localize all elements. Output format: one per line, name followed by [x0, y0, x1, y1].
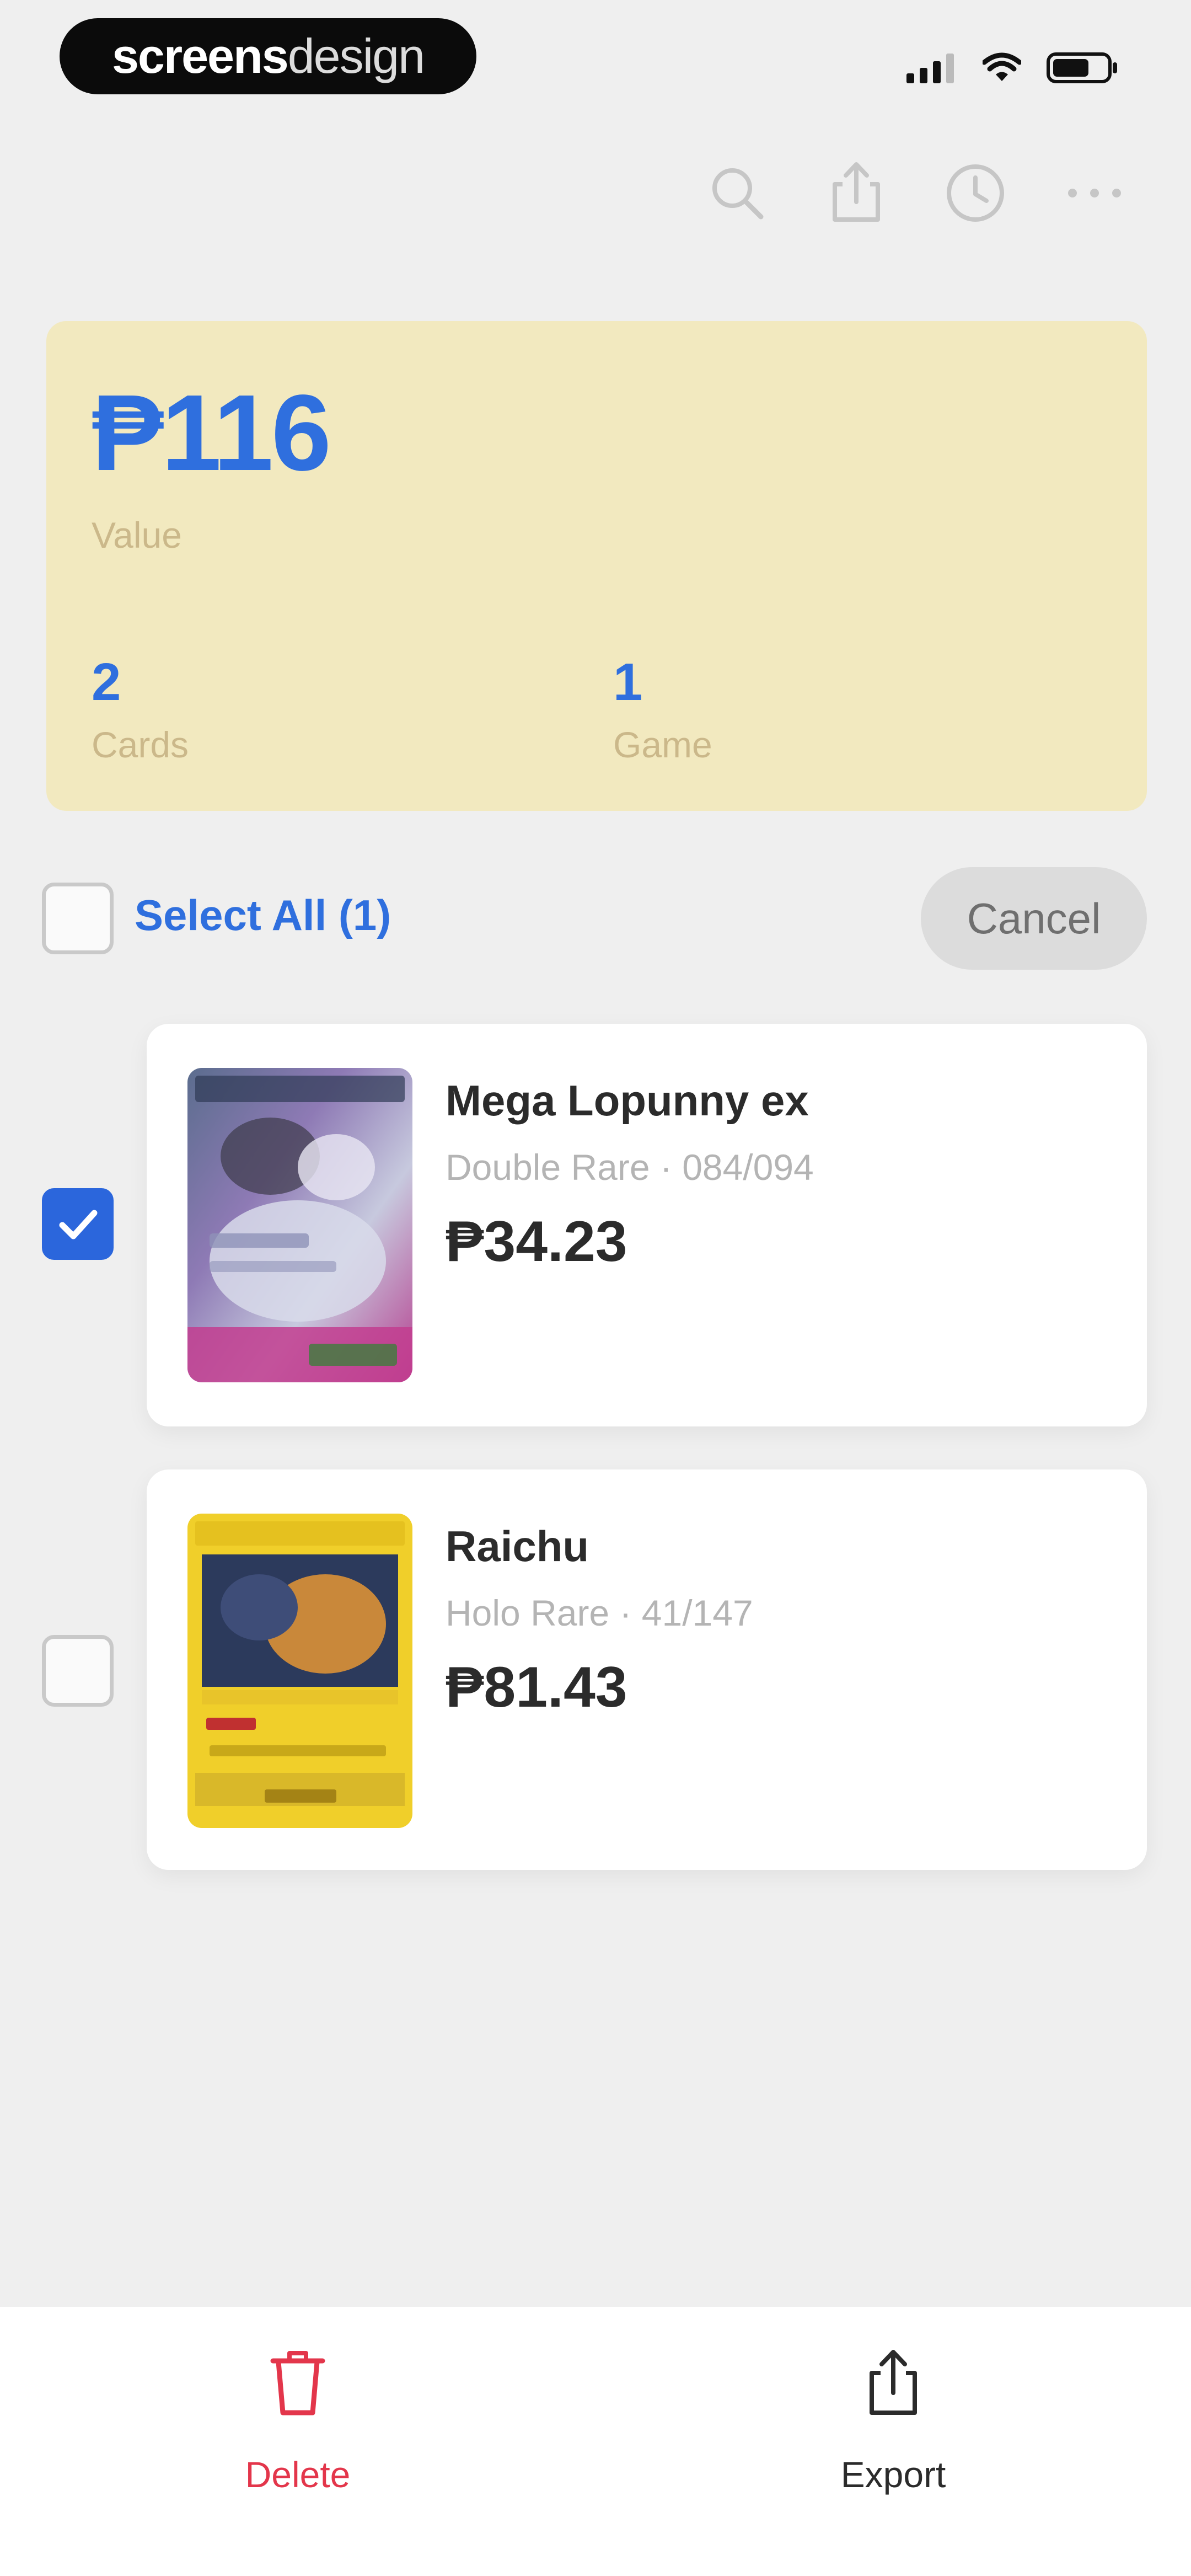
collection-value: ₱116	[92, 372, 331, 493]
cards-count: 2	[92, 653, 121, 712]
card-image-raichu	[187, 1514, 412, 1828]
share-button[interactable]	[820, 157, 892, 229]
card-name: Mega Lopunny ex	[446, 1076, 809, 1125]
card-row-raichu[interactable]: Raichu Holo Rare · 41/147 ₱81.43	[147, 1469, 1147, 1870]
collection-summary-card: ₱116 Value 2 Cards 1 Game	[46, 321, 1147, 811]
export-icon	[870, 2350, 917, 2415]
cards-label: Cards	[92, 724, 189, 765]
card-rarity-number: Holo Rare · 41/147	[446, 1592, 753, 1633]
signal-icon	[906, 54, 954, 83]
status-bar-icons	[906, 49, 1119, 87]
trash-icon	[270, 2351, 325, 2415]
export-button[interactable]: Export	[777, 2337, 1009, 2495]
select-all-label[interactable]: Select All (1)	[135, 890, 391, 940]
value-label: Value	[92, 515, 182, 555]
history-button[interactable]	[940, 157, 1011, 229]
battery-icon	[1047, 52, 1117, 83]
checkmark-icon	[59, 1210, 98, 1239]
search-icon	[712, 168, 764, 220]
more-button[interactable]	[1059, 157, 1130, 229]
card-image-mega-lopunny	[187, 1068, 412, 1382]
games-label: Game	[613, 724, 712, 765]
wifi-icon	[983, 52, 1021, 81]
cancel-button[interactable]: Cancel	[921, 867, 1147, 970]
select-all-checkbox[interactable]	[42, 883, 114, 954]
screensdesign-watermark: screensdesign	[60, 18, 476, 94]
games-count: 1	[613, 653, 643, 712]
card-checkbox-mega-lopunny[interactable]	[42, 1188, 114, 1260]
toolbar	[701, 157, 1130, 229]
selection-bar: Select All (1) Cancel	[42, 867, 1147, 972]
history-icon	[947, 164, 1004, 222]
card-price: ₱81.43	[446, 1655, 627, 1719]
delete-label: Delete	[245, 2454, 351, 2495]
card-checkbox-raichu[interactable]	[42, 1635, 114, 1707]
search-button[interactable]	[701, 157, 773, 229]
card-name: Raichu	[446, 1522, 589, 1570]
share-icon	[833, 162, 880, 222]
card-price: ₱34.23	[446, 1210, 627, 1274]
export-label: Export	[840, 2454, 946, 2495]
watermark-light-text: design	[287, 29, 425, 83]
bottom-action-bar: Delete Export	[0, 2307, 1191, 2576]
more-icon	[1068, 189, 1121, 197]
delete-button[interactable]: Delete	[182, 2337, 414, 2495]
card-row-mega-lopunny[interactable]: Mega Lopunny ex Double Rare · 084/094 ₱3…	[147, 1024, 1147, 1426]
card-rarity-number: Double Rare · 084/094	[446, 1147, 814, 1188]
watermark-bold-text: screens	[111, 29, 289, 83]
screen: screensdesign ₱116 Value 2 Cards 1 Game …	[0, 0, 1191, 2576]
